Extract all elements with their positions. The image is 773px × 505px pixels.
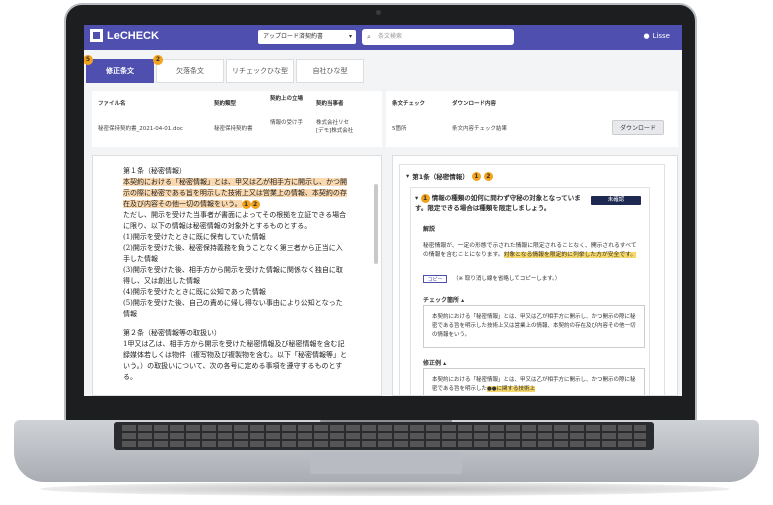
- app-screen: LeCHECK アップロード済契約書 ▾ ⌕ 条文検索 ● Lisse 5 修正…: [84, 25, 682, 396]
- check-location-label[interactable]: チェック箇所 ▴: [423, 295, 464, 304]
- marker-badge: 1: [471, 171, 481, 181]
- camera-icon: [376, 10, 381, 15]
- explanation-highlight: 対象となる情報を限定的に列挙した方が安全です。: [503, 252, 637, 258]
- user-name: Lisse: [652, 32, 670, 40]
- count-badge: 5: [84, 55, 93, 65]
- search-icon: ⌕: [367, 33, 371, 41]
- chevron-down-icon: ▾: [406, 172, 410, 180]
- download-content: 条文内容チェック結果: [452, 126, 508, 132]
- article-2-title: 第２条（秘密情報等の取扱い）: [123, 329, 221, 337]
- exclusion-item: (4)開示を受けたときに既に公知であった情報: [123, 288, 266, 296]
- trackpad: [310, 452, 462, 474]
- column-header: 契約類型: [214, 101, 237, 107]
- article-title: 第1条（秘密情報）: [412, 173, 469, 181]
- chevron-down-icon: ▾: [415, 194, 419, 202]
- check-location-text: 本契約における「秘密情報」とは、甲又は乙が相手方に開示し、かつ開示の際に秘密であ…: [423, 305, 645, 348]
- article-header[interactable]: ▾ 第1条（秘密情報） 1 2: [406, 171, 493, 181]
- review-panel: ▾ 第1条（秘密情報） 1 2 ▾ 1 情報の種類の如何に問わず守秘の対象となっ…: [392, 155, 678, 396]
- key-row: [122, 425, 646, 431]
- highlighted-clause[interactable]: 本契約における「秘密情報」とは、甲又は乙が相手方に開示し、かつ開示の際に秘密であ…: [123, 178, 347, 208]
- chevron-up-icon: ▴: [443, 360, 447, 367]
- tab-label: 欠落条文: [176, 67, 204, 75]
- download-button[interactable]: ダウンロード: [612, 120, 664, 135]
- tab-revised-clauses[interactable]: 5 修正条文: [84, 55, 154, 83]
- risk-text: 情報の種類の如何に問わず守秘の対象となっています。限定できる場合は種類を限定しま…: [415, 194, 581, 212]
- contract-position: 情報の受け手: [270, 120, 304, 126]
- article-2-text: 1甲又は乙は、相手方から開示を受けた秘密情報及び秘密情報を含む記録媒体若しくは物…: [123, 340, 347, 381]
- user-icon: ●: [643, 32, 650, 40]
- column-header: 契約上の立場: [270, 96, 304, 102]
- marker-badge: 1: [420, 193, 430, 203]
- file-name: 秘密保持契約書_2021-04-01.doc: [98, 126, 183, 132]
- copy-note: （※ 取り消し線を省略してコピーします。）: [453, 276, 561, 282]
- article-1-title: 第１条（秘密情報）: [123, 167, 186, 175]
- contract-parties: 株式会社リセ [デモ]株式会社: [316, 120, 354, 134]
- file-info-table: ファイル名 契約類型 契約上の立場 契約当事者 秘密保持契約書_2021-04-…: [92, 91, 382, 147]
- count-badge: 2: [153, 55, 163, 65]
- exclusion-item: (2)開示を受けた後、秘密保持義務を負うことなく第三者から正当に入手した情報: [123, 244, 343, 263]
- exclusion-item: (1)開示を受けたときに既に保有していた情報: [123, 233, 266, 241]
- download-info-table: 条文チェック ダウンロード内容 5箇所 条文内容チェック結果 ダウンロード: [386, 91, 678, 147]
- article-1-rest: ただし、開示を受けた当事者が書面によってその根拠を立証できる場合に限り、以下の情…: [123, 211, 347, 230]
- scrollbar[interactable]: [374, 184, 378, 264]
- column-header: ファイル名: [98, 101, 126, 107]
- contract-type-select[interactable]: アップロード済契約書 ▾: [258, 30, 356, 44]
- user-menu[interactable]: ● Lisse: [643, 32, 670, 40]
- tab-label: 自社ひな型: [312, 67, 348, 75]
- search-placeholder: 条文検索: [378, 33, 403, 40]
- logo-icon: [90, 29, 103, 42]
- check-count: 5箇所: [392, 126, 407, 132]
- tab-company-template[interactable]: 自社ひな型: [296, 59, 364, 83]
- chevron-up-icon: ▴: [461, 297, 465, 304]
- marker-badge: 2: [483, 171, 493, 181]
- laptop-shadow: [40, 482, 730, 496]
- select-value: アップロード済契約書: [263, 33, 324, 40]
- article-1-highlight[interactable]: 本契約における「秘密情報」とは、甲又は乙が相手方に開示し、かつ開示の際に秘密であ…: [123, 177, 348, 210]
- status-badge[interactable]: 未確認: [591, 196, 641, 205]
- revision-highlight: ●●に関する技術上: [486, 386, 536, 392]
- copy-button[interactable]: コピー: [423, 275, 447, 283]
- revision-label-text: 修正例: [423, 360, 442, 367]
- risk-summary[interactable]: ▾ 1 情報の種類の如何に問わず守秘の対象となっています。限定できる場合は種類を…: [415, 193, 585, 213]
- tab-label: リチェックひな型: [232, 67, 288, 75]
- key-row: [122, 433, 646, 439]
- risk-card: ▾ 1 情報の種類の如何に問わず守秘の対象となっています。限定できる場合は種類を…: [410, 187, 650, 395]
- logo[interactable]: LeCHECK: [90, 29, 159, 42]
- column-header: 契約当事者: [316, 101, 344, 107]
- tab-missing-clauses[interactable]: 2 欠落条文: [153, 55, 224, 83]
- search-input[interactable]: ⌕ 条文検索: [362, 29, 514, 45]
- key-row: [122, 441, 646, 447]
- explanation-text: 秘密情報が、一定の形態で示された情報に限定されることなく、開示されるすべての情報…: [423, 242, 638, 260]
- document-viewer[interactable]: 第１条（秘密情報） 本契約における「秘密情報」とは、甲又は乙が相手方に開示し、か…: [92, 155, 382, 396]
- contract-type: 秘密保持契約書: [214, 126, 253, 132]
- keyboard: [114, 422, 654, 450]
- column-header: ダウンロード内容: [452, 101, 497, 107]
- tab-label: 修正条文: [106, 67, 134, 75]
- explanation-label: 解説: [423, 226, 436, 233]
- marker-badge[interactable]: 1: [241, 199, 251, 209]
- tab-bar: 5 修正条文 2 欠落条文 リチェックひな型 自社ひな型: [84, 55, 364, 83]
- article-review-card: ▾ 第1条（秘密情報） 1 2 ▾ 1 情報の種類の如何に問わず守秘の対象となっ…: [399, 164, 665, 395]
- exclusion-item: (5)開示を受けた後、自己の責めに帰し得ない事由により公知となった情報: [123, 299, 343, 318]
- logo-text: LeCHECK: [107, 29, 159, 42]
- revision-example-text: 本契約における「秘密情報」とは、甲又は乙が相手方に開示し、かつ開示の際に秘密であ…: [423, 368, 645, 395]
- exclusion-item: (3)開示を受けた後、相手方から開示を受けた情報に関係なく独自に取得し、又は創出…: [123, 266, 343, 285]
- marker-badge[interactable]: 2: [250, 199, 260, 209]
- document-text: 第１条（秘密情報） 本契約における「秘密情報」とは、甲又は乙が相手方に開示し、か…: [123, 166, 348, 383]
- revision-example-label[interactable]: 修正例 ▴: [423, 358, 446, 367]
- check-label-text: チェック箇所: [423, 297, 460, 304]
- tab-recheck-template[interactable]: リチェックひな型: [226, 59, 294, 83]
- column-header: 条文チェック: [392, 101, 426, 107]
- chevron-down-icon: ▾: [348, 33, 352, 40]
- top-bar: LeCHECK アップロード済契約書 ▾ ⌕ 条文検索 ● Lisse: [84, 25, 682, 50]
